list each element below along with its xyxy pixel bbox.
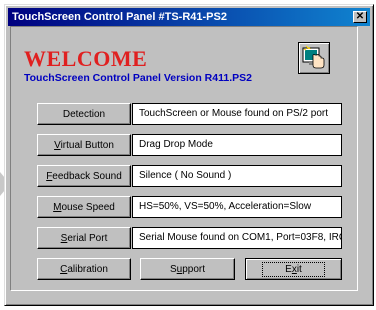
touch-hand-icon (302, 45, 325, 69)
feedback-sound-label: eedback Sound (52, 170, 122, 182)
mouse-speed-status-field: HS=50%, VS=50%, Acceleration=Slow (132, 196, 342, 218)
serial-port-button[interactable]: Serial Port (37, 227, 131, 249)
detection-button[interactable]: Detection (37, 103, 131, 125)
mouse-speed-label: ouse Speed (61, 201, 115, 213)
feedback-sound-button[interactable]: Feedback Sound (37, 165, 131, 187)
title-bar: TouchScreen Control Panel #TS-R41-PS2 ✕ (8, 8, 370, 26)
calibration-button[interactable]: Calibration (37, 258, 131, 280)
mouse-speed-button[interactable]: Mouse Speed (37, 196, 131, 218)
calibration-label: alibration (67, 263, 108, 275)
support-label-start: S (169, 263, 177, 275)
detection-label: Detection (62, 108, 106, 120)
version-subtitle: TouchScreen Control Panel Version R411.P… (24, 72, 252, 84)
support-label-rest: pport (182, 263, 206, 275)
welcome-heading: WELCOME (24, 46, 148, 71)
exit-label-rest: it (296, 263, 302, 275)
window-title: TouchScreen Control Panel #TS-R41-PS2 (12, 11, 227, 23)
exit-label-start: E (285, 263, 292, 275)
exit-button[interactable]: Exit (245, 258, 342, 280)
virtual-button-label: irtual Button (60, 139, 114, 151)
serial-port-label: erial Port (67, 232, 108, 244)
virtual-button-button[interactable]: Virtual Button (37, 134, 131, 156)
close-icon: ✕ (355, 11, 365, 22)
touch-logo-button[interactable] (298, 42, 330, 74)
feedback-sound-status-field: Silence ( No Sound ) (132, 165, 342, 187)
virtual-button-status-field: Drag Drop Mode (132, 134, 342, 156)
support-button[interactable]: Support (140, 258, 235, 280)
serial-port-status-field: Serial Mouse found on COM1, Port=03F8, I… (132, 227, 342, 249)
close-button[interactable]: ✕ (353, 11, 367, 23)
detection-status-field: TouchScreen or Mouse found on PS/2 port (132, 103, 342, 125)
